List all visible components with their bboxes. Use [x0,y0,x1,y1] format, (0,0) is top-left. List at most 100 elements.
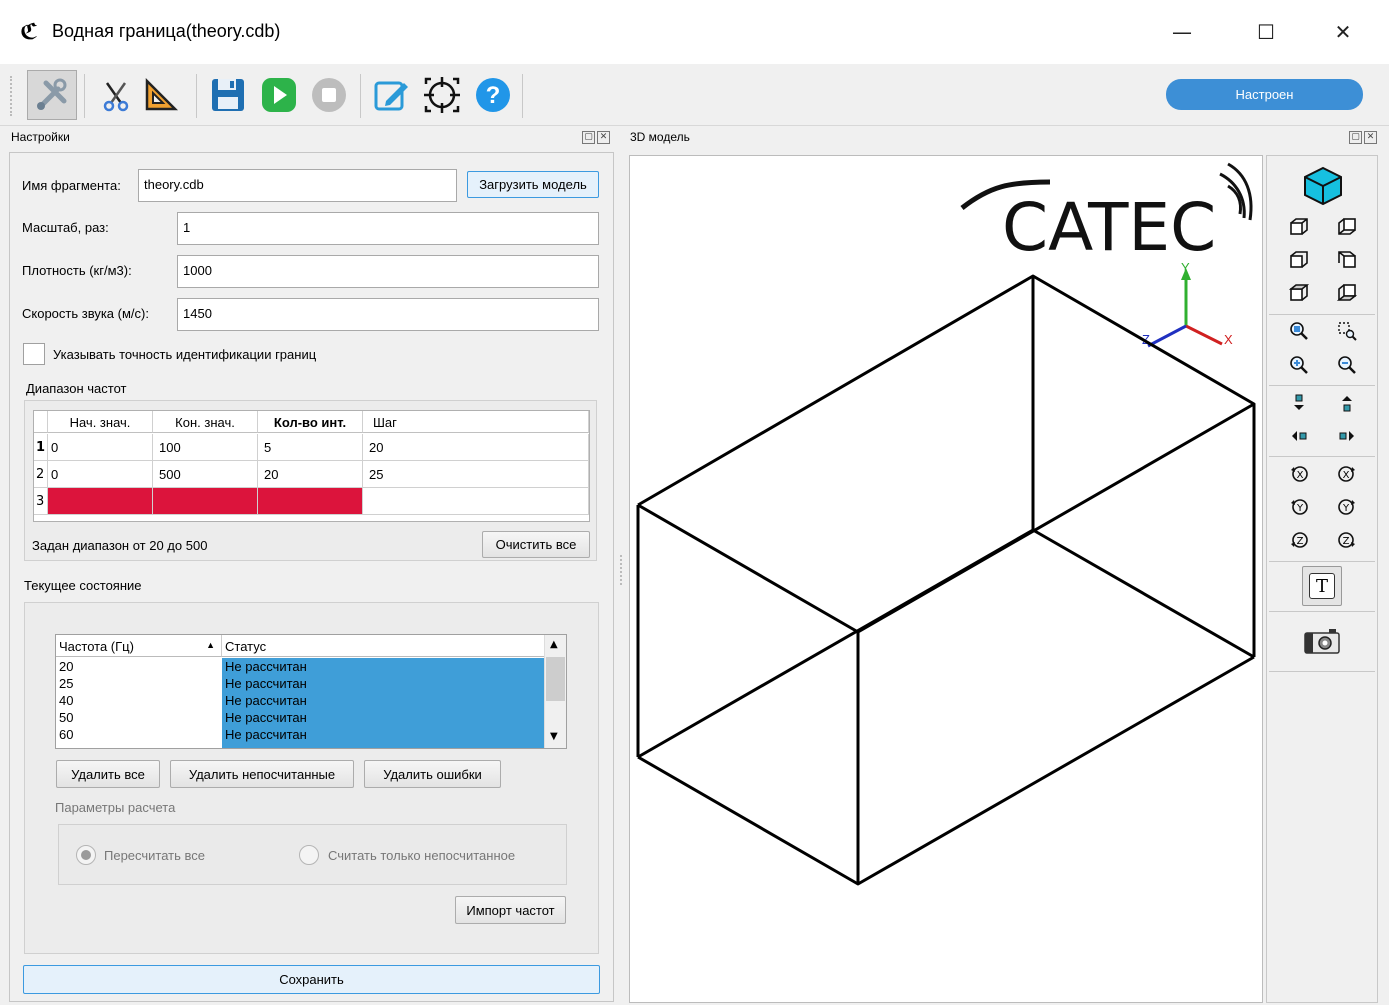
column-header-status[interactable]: Статус [222,635,544,657]
zoom-out-button[interactable] [1332,350,1362,380]
list-item-frequency[interactable]: 20 [59,658,221,675]
rotate-y-ccw-button[interactable]: Y [1284,492,1314,522]
iso-cube-icon [1304,166,1342,206]
stop-button[interactable] [304,70,354,120]
3d-viewport[interactable]: CATEC Y X Z [629,155,1263,1003]
row-number[interactable]: 1 [34,434,48,461]
camera-icon [1304,629,1340,654]
import-frequencies-button[interactable]: Импорт частот [455,896,566,924]
frequency-status-list[interactable]: Частота (Гц) ▲ Статус 20 Не рассчитан 25… [55,634,567,749]
text-toggle-button[interactable]: T [1302,566,1342,606]
rotate-z-ccw-button[interactable]: Z [1284,525,1314,555]
save-button[interactable]: Сохранить [23,965,600,994]
settings-panel-dock-buttons: ▢ ✕ [580,131,610,144]
clear-all-button[interactable]: Очистить все [482,531,590,558]
toolbar-grip[interactable] [10,76,16,116]
scrollbar-thumb[interactable] [546,657,565,701]
load-model-button[interactable]: Загрузить модель [467,171,599,198]
view-left-button[interactable] [1284,245,1314,275]
list-item-frequency[interactable]: 60 [59,726,221,743]
table-cell-invalid[interactable] [153,488,258,515]
scroll-up-icon[interactable]: ▲ [550,639,558,650]
cut-button[interactable] [90,70,140,120]
close-button[interactable]: ✕ [1323,14,1363,50]
pan-down-button[interactable] [1284,388,1314,418]
list-item-status[interactable]: Не рассчитан [222,658,544,675]
view-back-button[interactable] [1332,212,1362,242]
zoom-fit-button[interactable] [1284,316,1314,346]
table-cell[interactable]: 0 [48,434,153,461]
view-front-button[interactable] [1284,212,1314,242]
fragment-name-input[interactable]: theory.cdb [138,169,457,202]
table-cell[interactable]: 20 [363,434,589,461]
float-panel-icon[interactable]: ▢ [582,131,595,144]
column-header-step[interactable]: Шаг [363,411,589,433]
screenshot-button[interactable] [1302,626,1342,656]
delete-all-button[interactable]: Удалить все [56,760,160,788]
rotate-x-ccw-button[interactable]: X [1284,459,1314,489]
list-scrollbar[interactable]: ▲ ▼ [544,635,566,748]
settings-tools-button[interactable] [27,70,77,120]
sound-speed-input[interactable]: 1450 [177,298,599,331]
pan-left-button[interactable] [1284,421,1314,451]
help-button[interactable]: ? [468,70,518,120]
panel-splitter-handle[interactable] [620,555,624,585]
save-icon [212,79,244,111]
density-input[interactable]: 1000 [177,255,599,288]
iso-view-button[interactable] [1297,162,1349,210]
3d-model-canvas[interactable]: CATEC Y X Z [630,156,1262,1002]
recalc-all-radio[interactable] [76,845,96,865]
row-number[interactable]: 2 [34,461,48,488]
list-item-status[interactable]: Не рассчитан [222,726,544,743]
table-cell[interactable]: 500 [153,461,258,488]
table-cell[interactable]: 0 [48,461,153,488]
column-header-end[interactable]: Кон. знач. [153,411,258,433]
table-cell[interactable]: 100 [153,434,258,461]
maximize-button[interactable]: ☐ [1246,14,1286,50]
rotate-z-cw-button[interactable]: Z [1332,525,1362,555]
view-right-button[interactable] [1332,245,1362,275]
column-header-frequency[interactable]: Частота (Гц) ▲ [56,635,222,657]
zoom-in-button[interactable] [1284,350,1314,380]
precision-checkbox[interactable] [23,343,45,365]
view-bottom-button[interactable] [1332,278,1362,308]
column-header-count[interactable]: Кол-во инт. [258,411,363,433]
zoom-window-button[interactable] [1332,316,1362,346]
pan-up-button[interactable] [1332,388,1362,418]
float-panel-icon[interactable]: ▢ [1349,131,1362,144]
run-button[interactable] [254,70,304,120]
list-item-status[interactable]: Не рассчитан [222,692,544,709]
calc-uncalculated-radio[interactable] [299,845,319,865]
table-cell-invalid[interactable] [48,488,153,515]
close-panel-icon[interactable]: ✕ [1364,131,1377,144]
delete-errors-button[interactable]: Удалить ошибки [364,760,501,788]
column-header-start[interactable]: Нач. знач. [48,411,153,433]
freq-range-table[interactable]: Нач. знач. Кон. знач. Кол-во инт. Шаг 1 … [33,410,590,522]
minimize-button[interactable]: — [1162,14,1202,50]
select-target-button[interactable] [417,70,467,120]
table-cell-invalid[interactable] [258,488,363,515]
ruler-button[interactable] [136,70,186,120]
table-cell[interactable]: 5 [258,434,363,461]
delete-uncalculated-button[interactable]: Удалить непосчитанные [170,760,354,788]
pan-right-button[interactable] [1332,421,1362,451]
list-item-frequency[interactable]: 25 [59,675,221,692]
rotate-x-cw-button[interactable]: X [1332,459,1362,489]
svg-text:Y: Y [1342,503,1350,514]
row-number[interactable]: 3 [34,488,48,515]
list-item-status[interactable]: Не рассчитан [222,675,544,692]
rotate-y-cw-button[interactable]: Y [1332,492,1362,522]
table-cell[interactable]: 25 [363,461,589,488]
list-item-frequency[interactable]: 50 [59,709,221,726]
wireframe-box-model[interactable] [636,274,1256,886]
scale-input[interactable]: 1 [177,212,599,245]
edit-button[interactable] [366,70,416,120]
scroll-down-icon[interactable]: ▼ [550,731,558,742]
table-cell[interactable] [363,488,589,515]
table-cell[interactable]: 20 [258,461,363,488]
view-top-button[interactable] [1284,278,1314,308]
list-item-frequency[interactable]: 40 [59,692,221,709]
list-item-status[interactable]: Не рассчитан [222,709,544,726]
save-model-button[interactable] [203,70,253,120]
close-panel-icon[interactable]: ✕ [597,131,610,144]
